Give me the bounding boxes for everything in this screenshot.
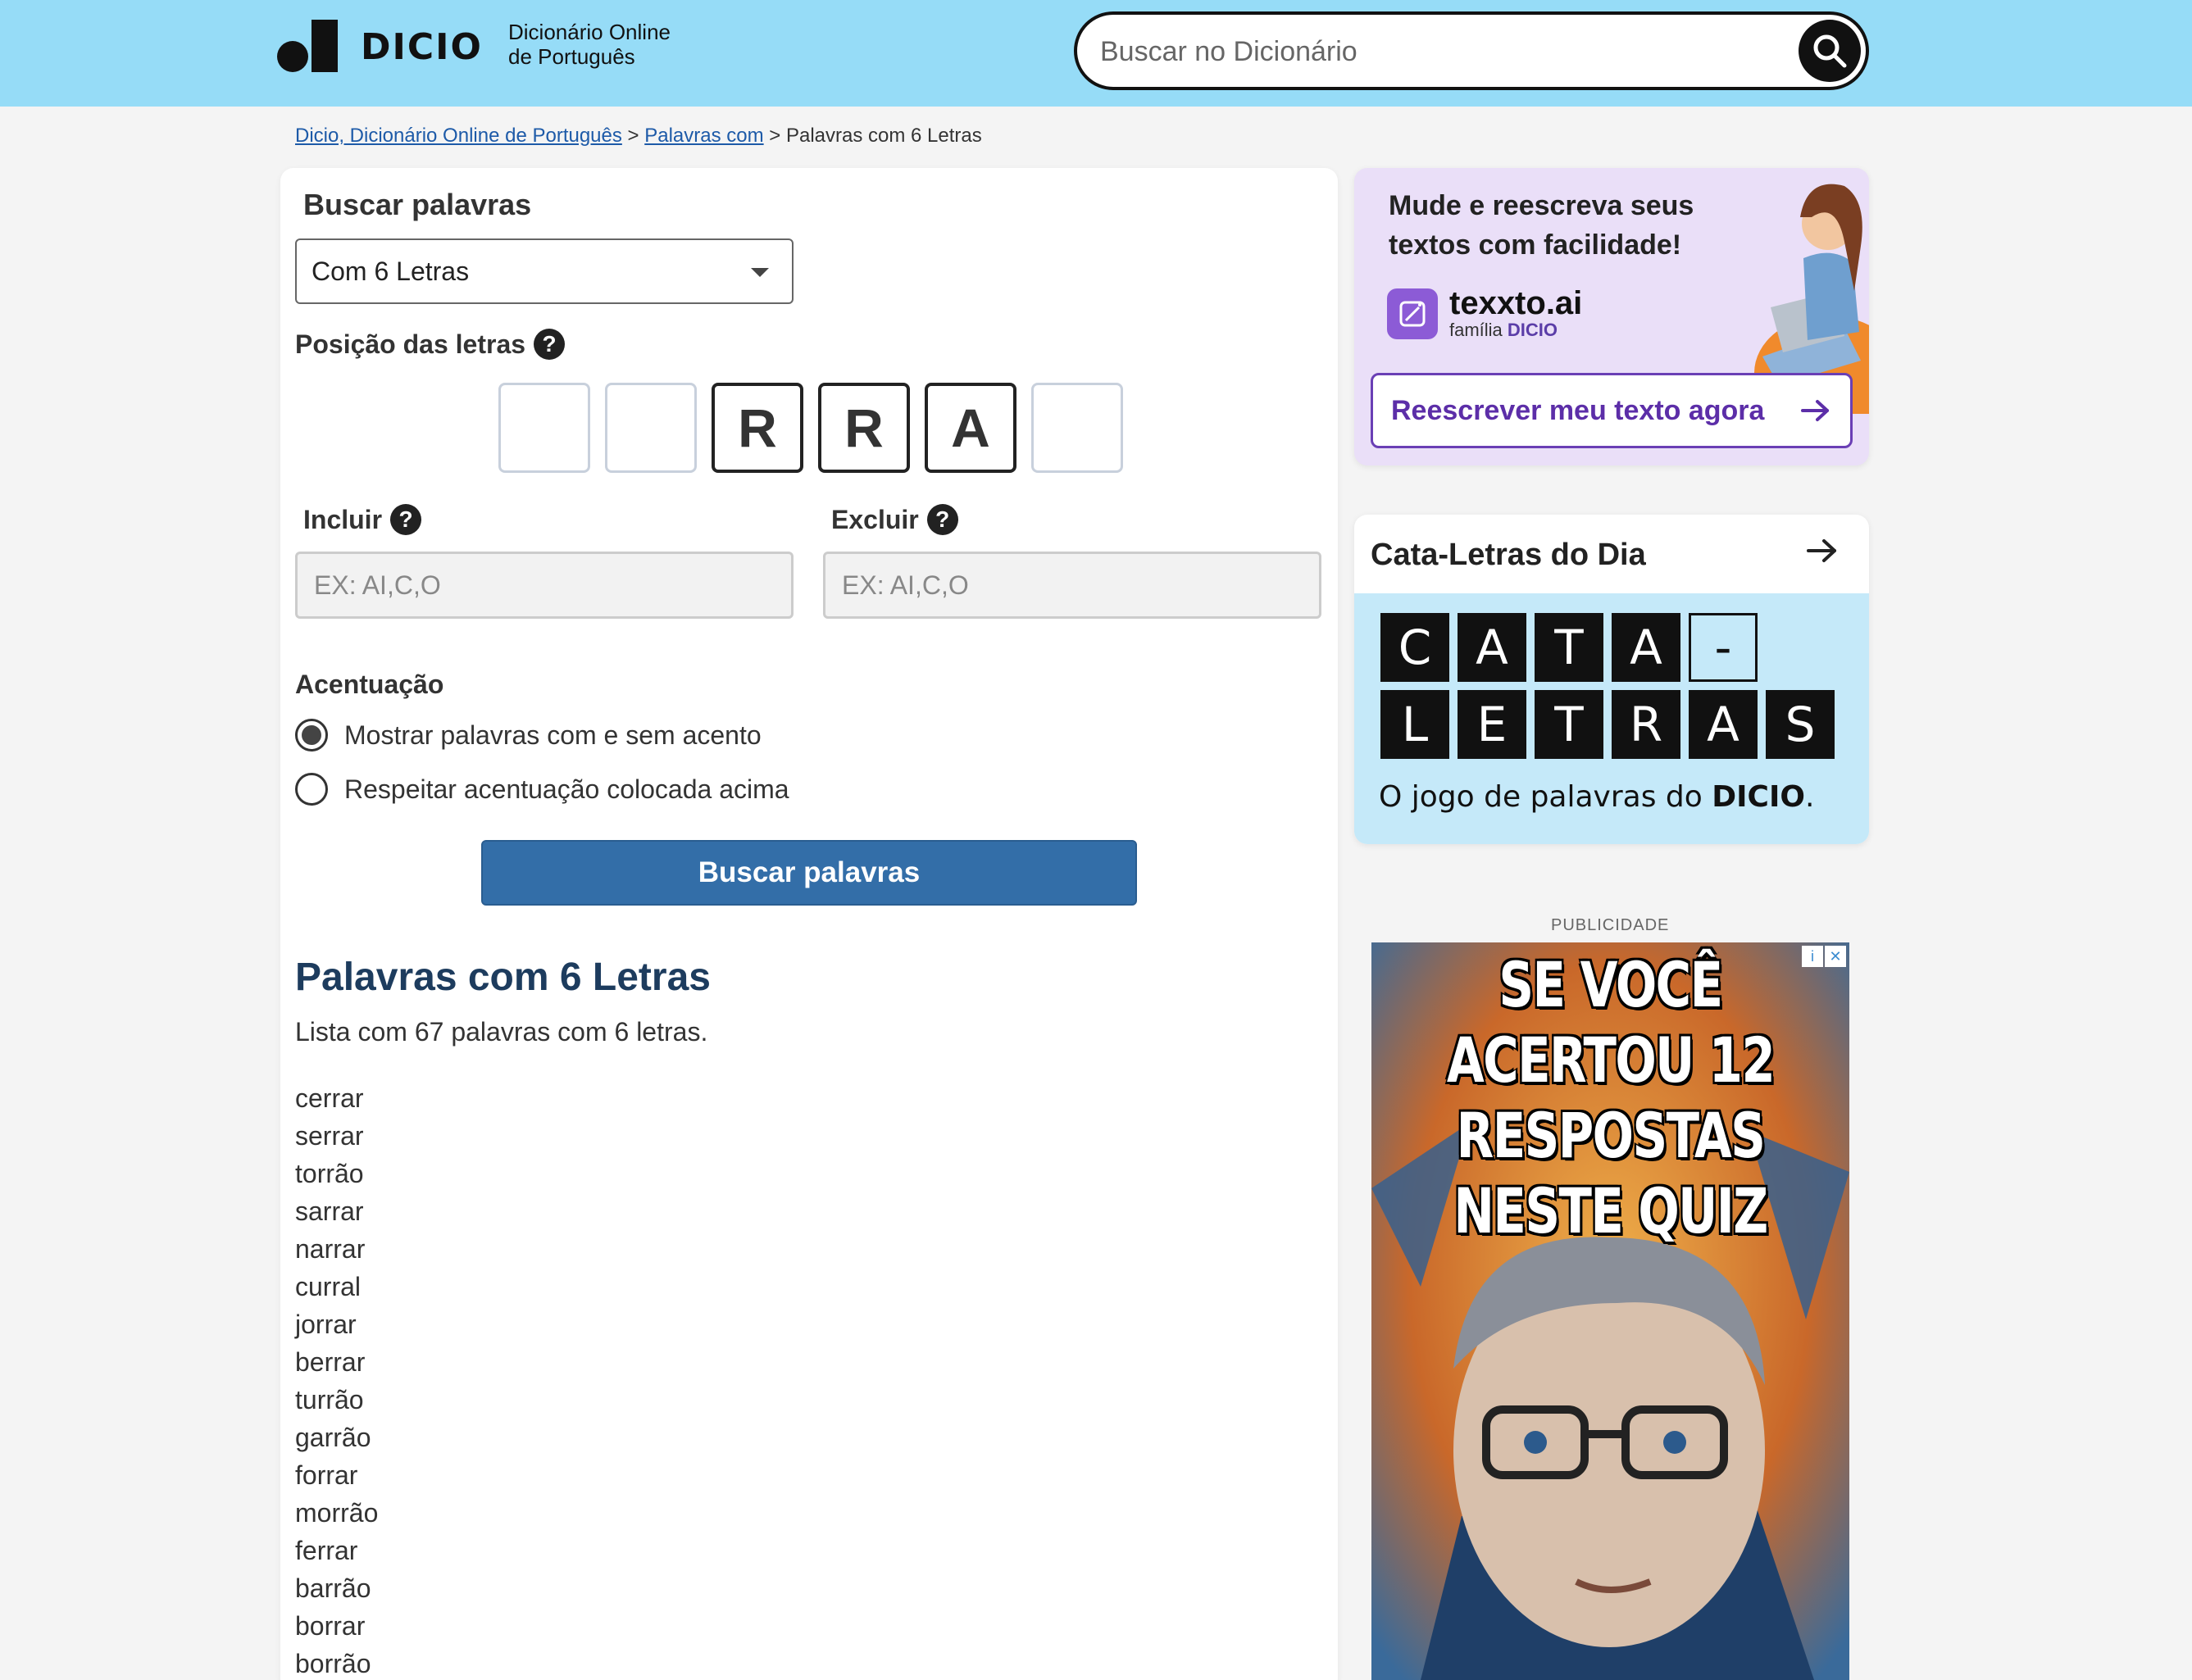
texxto-name: texxto.ai <box>1449 285 1583 321</box>
breadcrumb: Dicio, Dicionário Online de Português > … <box>295 125 982 148</box>
include-label: Incluir ? <box>303 504 422 535</box>
letras-tiles-row: L E T R A S <box>1380 690 1835 759</box>
texxto-promo-card[interactable]: Mude e reescreva seus textos com facilid… <box>1354 168 1869 465</box>
include-letters-input[interactable] <box>295 552 794 619</box>
breadcrumb-category-link[interactable]: Palavras com <box>644 125 763 147</box>
word-link[interactable]: turrão <box>295 1381 378 1419</box>
radio-unselected-icon[interactable] <box>295 773 328 806</box>
word-search-panel: Buscar palavras Com 6 Letras Posição das… <box>280 168 1338 1680</box>
arrow-right-icon <box>1801 400 1829 421</box>
dicio-logo-icon <box>277 20 338 74</box>
results-title: Palavras com 6 Letras <box>295 956 711 999</box>
accent-label: Acentuação <box>295 670 444 699</box>
breadcrumb-separator: > <box>769 125 781 147</box>
letter-tile: S <box>1766 690 1835 759</box>
positions-label: Posição das letras ? <box>295 329 566 360</box>
dicio-logo[interactable]: DICIO <box>277 20 483 74</box>
word-link[interactable]: cerrar <box>295 1079 378 1117</box>
accent-option-any[interactable]: Mostrar palavras com e sem acento <box>295 719 762 751</box>
letter-position-box[interactable]: R <box>818 383 910 473</box>
cata-letras-card[interactable]: Cata-Letras do Dia C A T A - L E T R A S… <box>1354 515 1869 844</box>
accent-option-strict[interactable]: Respeitar acentuação colocada acima <box>295 773 789 806</box>
word-link[interactable]: narrar <box>295 1230 378 1268</box>
letter-position-box[interactable] <box>1031 383 1123 473</box>
cata-letras-heading: Cata-Letras do Dia <box>1371 538 1646 572</box>
word-link[interactable]: forrar <box>295 1456 378 1494</box>
letter-tile: T <box>1535 613 1603 682</box>
texxto-brand: texxto.ai família DICIO <box>1387 287 1582 341</box>
search-input[interactable] <box>1100 30 1772 74</box>
letter-tile: E <box>1458 690 1526 759</box>
search-form-heading: Buscar palavras <box>303 188 532 221</box>
letter-tile: A <box>1689 690 1758 759</box>
word-link[interactable]: borrão <box>295 1645 378 1680</box>
search-icon <box>1813 34 1847 68</box>
breadcrumb-current: Palavras com 6 Letras <box>785 125 982 147</box>
word-link[interactable]: barrão <box>295 1569 378 1607</box>
ad-choices-badge[interactable]: i ✕ <box>1802 946 1846 967</box>
letter-tile: T <box>1535 690 1603 759</box>
letter-tile: A <box>1612 613 1680 682</box>
letter-tile: A <box>1458 613 1526 682</box>
search-words-button[interactable]: Buscar palavras <box>481 840 1137 906</box>
letter-position-box[interactable]: R <box>712 383 803 473</box>
cata-tiles-row: C A T A - <box>1380 613 1758 682</box>
letter-tile: C <box>1380 613 1449 682</box>
word-list: cerrar serrar torrão sarrar narrar curra… <box>295 1079 378 1680</box>
word-link[interactable]: jorrar <box>295 1305 378 1343</box>
word-link[interactable]: serrar <box>295 1117 378 1155</box>
rewrite-text-button[interactable]: Reescrever meu texto agora <box>1371 373 1853 448</box>
logo-text: DICIO <box>361 25 483 68</box>
word-link[interactable]: sarrar <box>295 1192 378 1230</box>
letter-position-box[interactable] <box>605 383 697 473</box>
letter-position-box[interactable] <box>498 383 590 473</box>
letter-position-box[interactable]: A <box>925 383 1016 473</box>
logo-subtitle: Dicionário Online de Português <box>508 20 671 69</box>
letter-positions: R R A <box>498 383 1123 473</box>
help-icon[interactable]: ? <box>390 504 422 535</box>
breadcrumb-home-link[interactable]: Dicio, Dicionário Online de Português <box>295 125 622 147</box>
breadcrumb-separator: > <box>627 125 639 147</box>
letter-tile: R <box>1612 690 1680 759</box>
arrow-right-icon[interactable] <box>1805 536 1840 565</box>
ad-banner[interactable]: SE VOCÊ ACERTOU 12 RESPOSTAS NESTE QUIZ … <box>1371 942 1849 1680</box>
word-link[interactable]: torrão <box>295 1155 378 1192</box>
radio-selected-icon[interactable] <box>295 719 328 751</box>
letter-tile: - <box>1689 613 1758 682</box>
ad-label: PUBLICIDADE <box>1551 916 1670 934</box>
word-length-select-value: Com 6 Letras <box>312 257 470 286</box>
ad-close-icon[interactable]: ✕ <box>1825 946 1846 967</box>
promo-title: Mude e reescreva seus textos com facilid… <box>1389 190 1694 261</box>
letter-tile: L <box>1380 690 1449 759</box>
magic-wand-icon <box>1387 288 1438 339</box>
word-link[interactable]: garrão <box>295 1419 378 1456</box>
site-header: DICIO Dicionário Online de Português <box>0 0 2192 107</box>
search-button[interactable] <box>1799 20 1861 82</box>
word-length-select[interactable]: Com 6 Letras <box>295 238 794 304</box>
word-link[interactable]: borrar <box>295 1607 378 1645</box>
ad-headline: SE VOCÊ ACERTOU 12 RESPOSTAS NESTE QUIZ <box>1446 948 1776 1247</box>
results-summary: Lista com 67 palavras com 6 letras. <box>295 1017 708 1047</box>
word-link[interactable]: berrar <box>295 1343 378 1381</box>
cata-letras-tagline: O jogo de palavras do DICIO. <box>1379 780 1815 814</box>
help-icon[interactable]: ? <box>926 504 958 535</box>
exclude-label: Excluir ? <box>831 504 958 535</box>
word-link[interactable]: morrão <box>295 1494 378 1532</box>
exclude-letters-input[interactable] <box>823 552 1321 619</box>
help-icon[interactable]: ? <box>534 329 566 360</box>
caret-down-icon <box>751 268 769 277</box>
texxto-family: família DICIO <box>1449 320 1558 340</box>
ad-info-icon[interactable]: i <box>1802 946 1823 967</box>
cata-letras-banner[interactable]: C A T A - L E T R A S O jogo de palavras… <box>1354 593 1869 844</box>
word-link[interactable]: ferrar <box>295 1532 378 1569</box>
word-link[interactable]: curral <box>295 1268 378 1305</box>
site-search <box>1074 11 1869 90</box>
